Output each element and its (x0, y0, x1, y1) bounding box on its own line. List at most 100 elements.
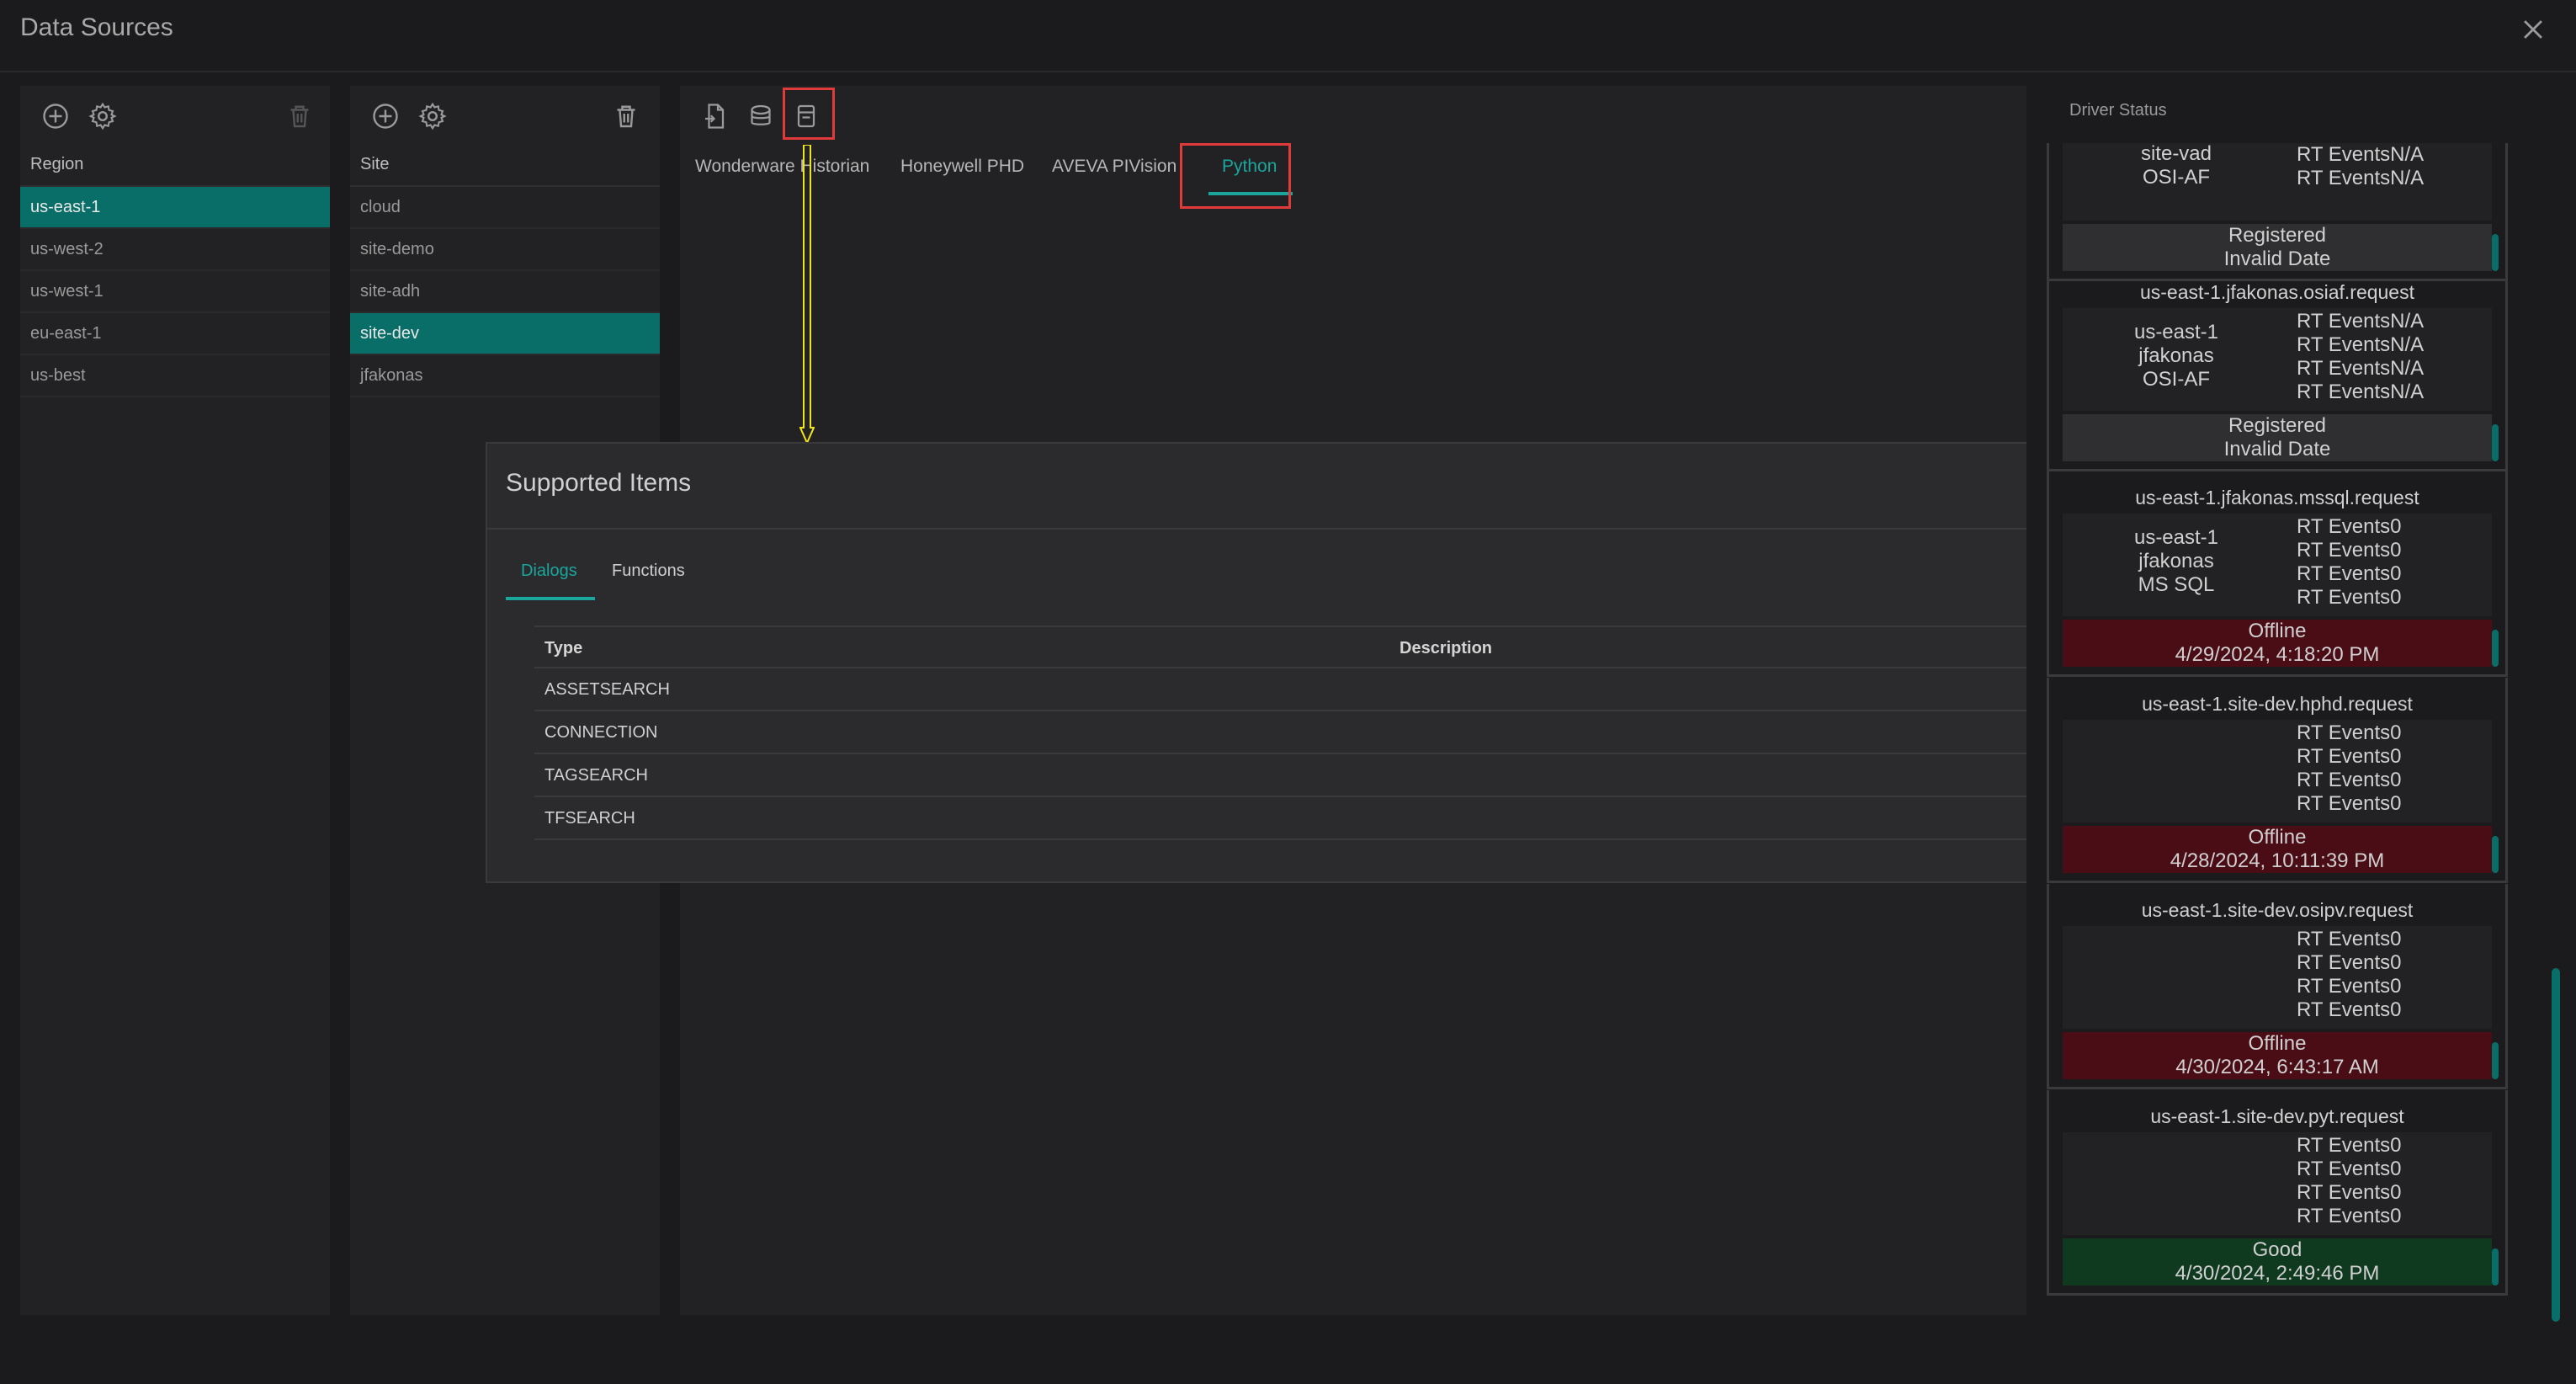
status-date: 4/29/2024, 4:18:20 PM (2175, 643, 2380, 666)
driver-status-list[interactable]: site-vadOSI-AFRT EventsN/ART EventsN/ART… (2047, 143, 2508, 1384)
database-icon[interactable] (746, 101, 776, 131)
gear-icon[interactable] (88, 101, 118, 131)
data-sources-window: Data Sources Region us-east-1 us-west-2 … (0, 0, 2576, 1336)
driver-info-line: MS SQL (2138, 573, 2215, 596)
rt-events-value: RT EventsN/A (2297, 333, 2425, 356)
rt-events-value: RT Events0 (2297, 1158, 2402, 1180)
window-title: Data Sources (20, 13, 173, 41)
highlight-box-supported-items (783, 88, 835, 140)
annotation-arrow (799, 144, 815, 445)
trash-icon[interactable] (284, 101, 315, 131)
supported-items-table: Type Description ASSETSEARCH CONNECTION … (534, 625, 2056, 840)
close-icon[interactable] (2519, 15, 2547, 44)
rt-events-value: RT Events0 (2297, 586, 2402, 609)
rt-events-value: RT Events0 (2297, 928, 2402, 950)
driver-status-badge: Registered Invalid Date (2063, 414, 2492, 461)
driver-status-title: Driver Status (2069, 101, 2167, 120)
driver-status-card[interactable]: site-vadOSI-AFRT EventsN/ART EventsN/ART… (2047, 143, 2508, 281)
rt-events-value: RT EventsN/A (2297, 167, 2425, 189)
driver-status-badge: Registered Invalid Date (2063, 224, 2492, 271)
table-header-row: Type Description (534, 625, 2056, 668)
tab-wonderware-historian[interactable]: Wonderware Historian (695, 157, 869, 177)
rt-events-value: RT Events0 (2297, 1205, 2402, 1227)
status-date: 4/30/2024, 6:43:17 AM (2175, 1056, 2379, 1078)
table-row[interactable]: CONNECTION (534, 711, 2056, 754)
rt-events-value: RT EventsN/A (2297, 357, 2425, 380)
region-item-us-best[interactable]: us-best (20, 355, 330, 397)
driver-request-name: us-east-1.site-dev.pyt.request (2150, 1105, 2404, 1127)
cell-type: CONNECTION (544, 723, 658, 742)
driver-request-name: us-east-1.site-dev.osipv.request (2141, 899, 2414, 921)
cell-type: TFSEARCH (544, 809, 635, 828)
driver-status-badge: Good 4/30/2024, 2:49:46 PM (2063, 1238, 2492, 1286)
rt-events-value: RT Events0 (2297, 562, 2402, 585)
driver-status-card[interactable]: us-east-1.jfakonas.osiaf.request us-east-… (2047, 266, 2508, 471)
tab-aveva-pivision[interactable]: AVEVA PIVision (1052, 157, 1176, 177)
gear-icon[interactable] (417, 101, 448, 131)
rt-events-value: RT Events0 (2297, 539, 2402, 562)
driver-status-card[interactable]: us-east-1.site-dev.hphd.request RT Events… (2047, 678, 2508, 883)
site-item-jfakonas[interactable]: jfakonas (350, 355, 660, 397)
driver-status-card[interactable]: us-east-1.site-dev.osipv.request RT Event… (2047, 884, 2508, 1089)
region-item-eu-east-1[interactable]: eu-east-1 (20, 313, 330, 355)
driver-status-badge: Offline 4/28/2024, 10:11:39 PM (2063, 826, 2492, 873)
rt-events-value: RT Events0 (2297, 951, 2402, 974)
add-region-icon[interactable] (40, 101, 71, 131)
driver-info-line: jfakonas (2138, 344, 2214, 367)
status-indicator (2492, 424, 2499, 461)
status-text: Registered (2228, 414, 2327, 437)
rt-events-value: RT Events0 (2297, 975, 2402, 998)
rt-events-value: RT Events0 (2297, 998, 2402, 1021)
driver-info-line: site-vad (2140, 143, 2212, 165)
status-date: 4/30/2024, 2:49:46 PM (2175, 1262, 2380, 1285)
rt-events-value: RT Events0 (2297, 1181, 2402, 1204)
rt-events-value: RT Events0 (2297, 769, 2402, 791)
trash-icon[interactable] (611, 101, 641, 131)
rt-events-value: RT Events0 (2297, 792, 2402, 815)
driver-request-name: us-east-1.site-dev.hphd.request (2142, 693, 2413, 715)
table-row[interactable]: ASSETSEARCH (534, 668, 2056, 711)
site-item-cloud[interactable]: cloud (350, 187, 660, 229)
driver-info-line: OSI-AF (2142, 166, 2210, 189)
site-header: Site (350, 145, 660, 187)
site-item-site-demo[interactable]: site-demo (350, 229, 660, 271)
driver-info: us-east-1 jfakonas MS SQL RT Events0 RT Even… (2063, 514, 2492, 616)
driver-info-line: us-east-1 (2133, 321, 2219, 343)
driver-request-name: us-east-1.jfakonas.mssql.request (2135, 487, 2419, 508)
region-item-us-west-1[interactable]: us-west-1 (20, 271, 330, 313)
supported-items-modal: Supported Items Dialogs Functions Type D… (486, 442, 2100, 883)
rt-events-value: RT EventsN/A (2297, 310, 2425, 333)
driver-info-line: OSI-AF (2142, 368, 2210, 391)
status-text: Registered (2228, 224, 2327, 247)
driver-status-panel: Driver Status site-vad OSI-AF RT EventsN/A… (2026, 84, 2553, 1330)
modal-title: Supported Items (506, 469, 692, 497)
add-site-icon[interactable] (370, 101, 401, 131)
file-import-icon[interactable] (700, 101, 730, 131)
table-row[interactable]: TFSEARCH (534, 797, 2056, 840)
status-text: Offline (2248, 1032, 2307, 1055)
modal-divider (487, 528, 2098, 530)
region-item-us-east-1[interactable]: us-east-1 (20, 187, 330, 229)
cell-type: ASSETSEARCH (544, 680, 670, 699)
driver-request-name: us-east-1.jfakonas.osiaf.request (2139, 281, 2414, 303)
driver-status-card[interactable]: us-east-1.site-dev.pyt.request RT Events0… (2047, 1090, 2508, 1296)
cell-type: TAGSEARCH (544, 766, 648, 785)
status-indicator (2492, 836, 2499, 873)
region-header: Region (20, 145, 330, 187)
status-date: 4/28/2024, 10:11:39 PM (2170, 849, 2385, 872)
driver-info: RT Events0 RT Events0 RT Events0 RT Events0 (2063, 720, 2492, 822)
region-item-us-west-2[interactable]: us-west-2 (20, 229, 330, 271)
column-header-description: Description (1400, 639, 1493, 657)
status-date: Invalid Date (2223, 438, 2331, 460)
tab-functions[interactable]: Functions (612, 562, 685, 581)
table-row[interactable]: TAGSEARCH (534, 754, 2056, 797)
site-item-site-adh[interactable]: site-adh (350, 271, 660, 313)
highlight-box-python-tab (1180, 143, 1291, 209)
scrollbar[interactable] (2552, 968, 2560, 1322)
tab-honeywell-phd[interactable]: Honeywell PHD (900, 157, 1024, 177)
site-item-site-dev[interactable]: site-dev (350, 313, 660, 355)
rt-events-value: RT Events0 (2297, 745, 2402, 768)
tab-dialogs[interactable]: Dialogs (521, 562, 577, 581)
driver-status-card[interactable]: us-east-1.jfakonas.mssql.request us-east-… (2047, 471, 2508, 677)
driver-info: RT Events0 RT Events0 RT Events0 RT Events0 (2063, 926, 2492, 1029)
